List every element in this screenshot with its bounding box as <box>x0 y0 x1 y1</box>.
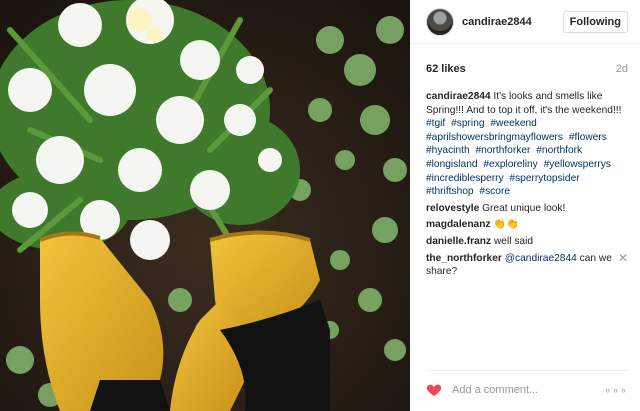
footer-divider <box>426 370 628 371</box>
hashtag-link[interactable]: #incrediblesperry <box>426 173 504 184</box>
caption: candirae2844 It's looks and smells like … <box>426 90 628 199</box>
like-heart-icon[interactable] <box>426 382 442 398</box>
comment-text: Great unique look! <box>482 202 566 214</box>
hashtag-link[interactable]: #longisland <box>426 159 478 170</box>
post-photo[interactable] <box>0 0 410 411</box>
comment: danielle.franz well said <box>426 235 628 249</box>
hashtag-link[interactable]: #weekend <box>490 118 536 129</box>
caption-username[interactable]: candirae2844 <box>426 91 491 102</box>
hashtag-link[interactable]: #aprilshowersbringmayflowers <box>426 132 563 143</box>
hashtag-link[interactable]: #northforker <box>475 145 530 156</box>
post-footer: Add a comment... ∘∘∘ <box>426 378 628 402</box>
photo-flowers-boots <box>0 0 410 411</box>
hashtag-link[interactable]: #yellowsperrys <box>544 159 611 170</box>
hashtag-link[interactable]: #spring <box>451 118 484 129</box>
author-username[interactable]: candirae2844 <box>462 16 563 28</box>
comment-username[interactable]: relovestyle <box>426 203 479 214</box>
comment-username[interactable]: magdalenanz <box>426 219 491 230</box>
hashtag-link[interactable]: #tgif <box>426 118 445 129</box>
post-sidebar: candirae2844 Following 62 likes 2d candi… <box>410 0 640 411</box>
hashtag-link[interactable]: #score <box>479 186 510 197</box>
comment-username[interactable]: danielle.franz <box>426 236 491 247</box>
avatar[interactable] <box>426 7 454 36</box>
post-header: candirae2844 Following <box>410 0 640 44</box>
add-comment-input[interactable]: Add a comment... <box>452 384 604 396</box>
hashtag-link[interactable]: #flowers <box>569 132 607 143</box>
post-age[interactable]: 2d <box>616 63 628 75</box>
likes-count[interactable]: 62 likes <box>426 63 466 75</box>
comment-username[interactable]: the_northforker <box>426 253 502 264</box>
hashtag-link[interactable]: #hyacinth <box>426 145 470 156</box>
comment: relovestyle Great unique look! <box>426 202 628 216</box>
hashtag-link[interactable]: #thriftshop <box>426 186 474 197</box>
comment-text: 👏👏 <box>493 219 519 231</box>
hashtag-link[interactable]: #exploreliny <box>483 159 537 170</box>
post-meta: 62 likes 2d <box>410 63 640 75</box>
comments-list: candirae2844 It's looks and smells like … <box>410 90 640 279</box>
comment: magdalenanz 👏👏 <box>426 218 628 232</box>
more-options-icon[interactable]: ∘∘∘ <box>604 384 628 397</box>
following-button[interactable]: Following <box>562 10 628 33</box>
hashtag-link[interactable]: #sperrytopsider <box>509 173 579 184</box>
comment-text: well said <box>493 235 534 247</box>
hashtag-link[interactable]: #northfork <box>536 145 582 156</box>
mention-link[interactable]: @candirae2844 <box>505 253 577 264</box>
delete-comment-icon[interactable]: ✕ <box>618 251 628 266</box>
comment: the_northforker @candirae2844 can we sha… <box>426 251 628 279</box>
